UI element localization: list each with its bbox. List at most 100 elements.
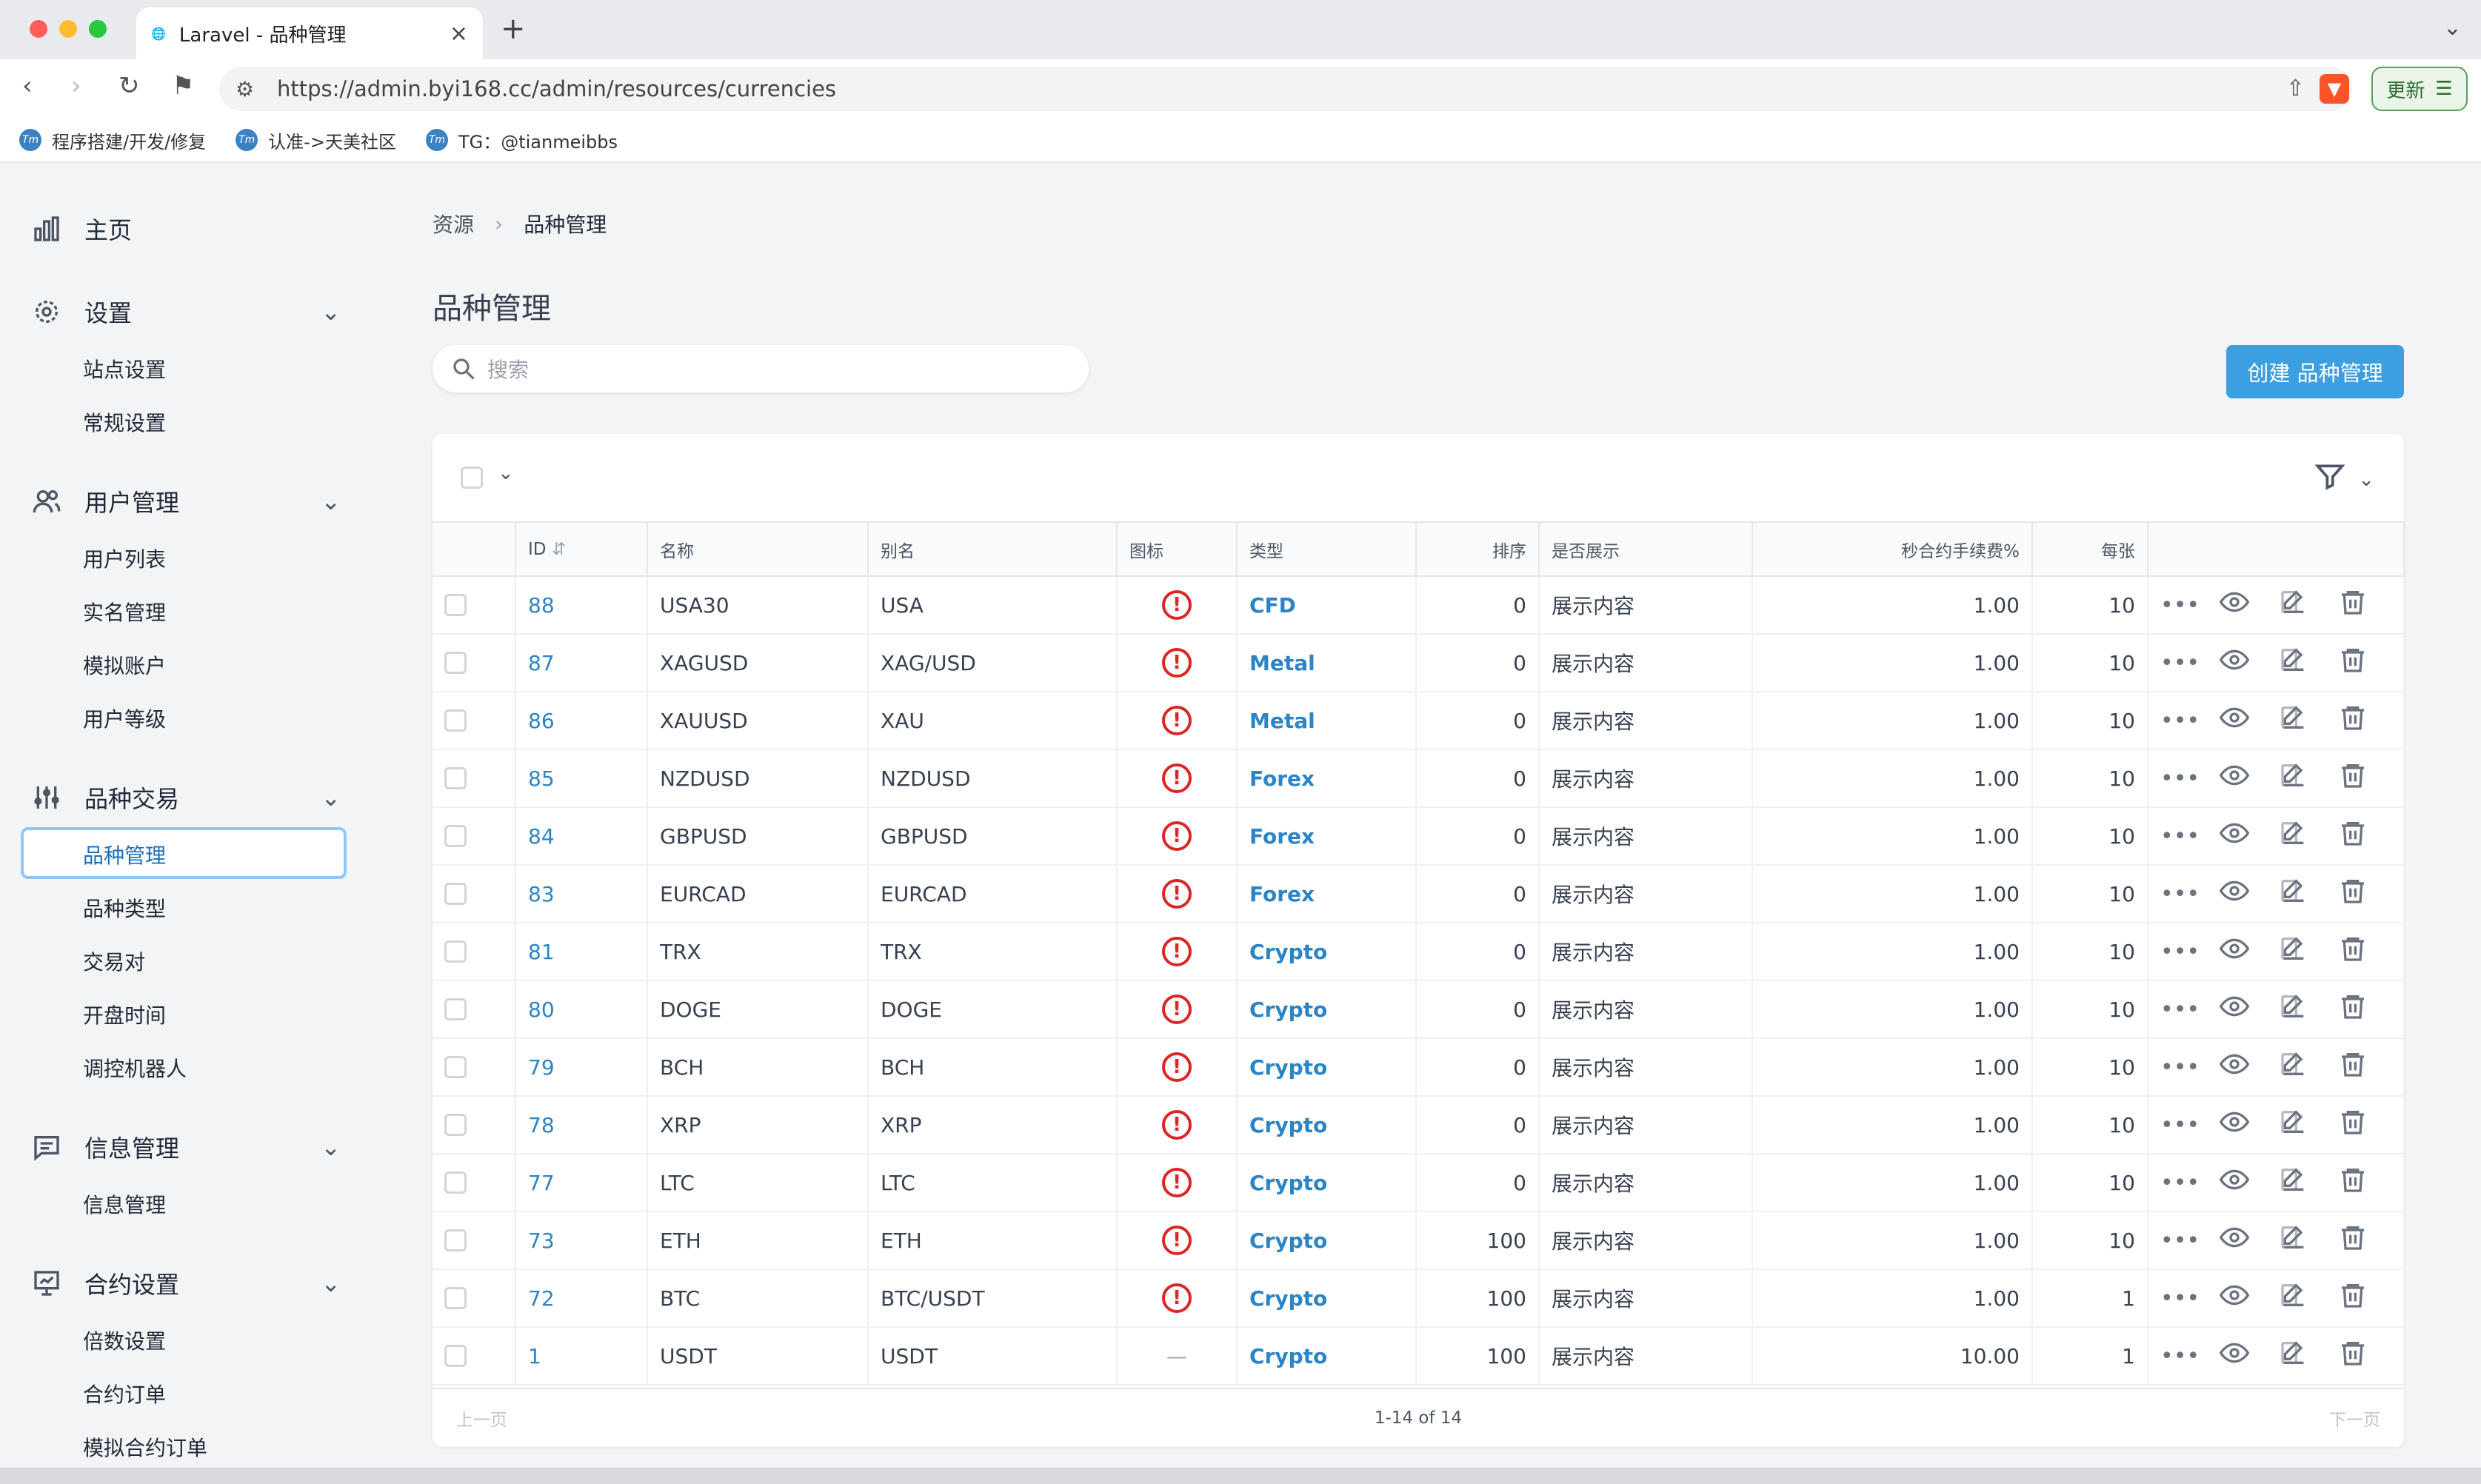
sidebar-subitem[interactable]: 调控机器人 — [83, 1053, 187, 1083]
type-link[interactable]: Crypto — [1249, 1229, 1327, 1253]
eye-icon[interactable] — [2219, 703, 2250, 738]
eye-icon[interactable] — [2219, 645, 2250, 681]
type-link[interactable]: Metal — [1249, 651, 1315, 675]
site-settings-icon[interactable]: ⚙ — [236, 77, 254, 101]
row-checkbox[interactable] — [444, 1229, 467, 1251]
eye-icon[interactable] — [2219, 1280, 2250, 1316]
id-link[interactable]: 72 — [528, 1286, 555, 1311]
close-window-button[interactable] — [30, 20, 47, 38]
trash-icon[interactable] — [2338, 703, 2368, 738]
chevron-down-icon[interactable]: ⌄ — [2443, 15, 2462, 41]
brave-shield-icon[interactable]: ▼ — [2320, 74, 2349, 104]
more-icon[interactable]: ••• — [2160, 823, 2200, 849]
type-link[interactable]: Forex — [1249, 766, 1315, 791]
trash-icon[interactable] — [2338, 1280, 2368, 1316]
more-icon[interactable]: ••• — [2160, 1343, 2200, 1369]
edit-icon[interactable] — [2279, 992, 2308, 1027]
trash-icon[interactable] — [2338, 934, 2368, 969]
type-link[interactable]: Crypto — [1249, 1113, 1327, 1137]
row-checkbox[interactable] — [444, 883, 467, 905]
update-button[interactable]: 更新 ☰ — [2371, 67, 2468, 111]
sidebar-subitem[interactable]: 信息管理 — [83, 1189, 166, 1219]
bookmark-item[interactable]: Tm 程序搭建/开发/修复 — [19, 127, 206, 153]
trash-icon[interactable] — [2338, 1049, 2368, 1085]
sidebar-subitem-active[interactable]: 品种管理 — [83, 840, 166, 869]
more-icon[interactable]: ••• — [2160, 1228, 2200, 1254]
sidebar-subitem[interactable]: 模拟合约订单 — [83, 1432, 207, 1462]
row-checkbox[interactable] — [444, 652, 467, 674]
column-header-id[interactable]: ID ⇵ — [515, 523, 648, 577]
id-link[interactable]: 1 — [528, 1344, 541, 1368]
edit-icon[interactable] — [2279, 876, 2308, 912]
type-link[interactable]: Crypto — [1249, 940, 1327, 964]
edit-icon[interactable] — [2279, 1338, 2308, 1374]
eye-icon[interactable] — [2219, 587, 2250, 623]
more-icon[interactable]: ••• — [2160, 592, 2200, 618]
sort-icon[interactable]: ⇵ — [552, 540, 566, 559]
row-checkbox[interactable] — [444, 1345, 467, 1367]
row-checkbox[interactable] — [444, 998, 467, 1020]
id-link[interactable]: 86 — [528, 709, 555, 733]
type-link[interactable]: Metal — [1249, 709, 1315, 733]
row-checkbox[interactable] — [444, 825, 467, 847]
sidebar-item-messages[interactable]: 信息管理 ⌄ — [30, 1130, 341, 1164]
edit-icon[interactable] — [2279, 645, 2308, 681]
browser-tab[interactable]: 🌐 Laravel - 品种管理 × — [136, 7, 483, 59]
trash-icon[interactable] — [2338, 1338, 2368, 1374]
bookmark-item[interactable]: Tm 认准->天美社区 — [236, 127, 396, 153]
sidebar-item-contracts[interactable]: 合约设置 ⌄ — [30, 1266, 341, 1300]
row-checkbox[interactable] — [444, 1172, 467, 1194]
id-link[interactable]: 87 — [528, 651, 555, 675]
edit-icon[interactable] — [2279, 1223, 2308, 1258]
more-icon[interactable]: ••• — [2160, 1170, 2200, 1196]
edit-icon[interactable] — [2279, 587, 2308, 623]
row-checkbox[interactable] — [444, 767, 467, 789]
eye-icon[interactable] — [2219, 1338, 2250, 1374]
more-icon[interactable]: ••• — [2160, 1054, 2200, 1080]
new-tab-icon[interactable]: + — [501, 12, 526, 46]
sidebar-subitem[interactable]: 合约订单 — [83, 1379, 166, 1408]
select-all-checkbox[interactable] — [461, 467, 483, 489]
sidebar-subitem[interactable]: 模拟账户 — [83, 650, 166, 680]
id-link[interactable]: 84 — [528, 824, 555, 849]
eye-icon[interactable] — [2219, 1165, 2250, 1200]
bookmark-item[interactable]: Tm TG：@tianmeibbs — [425, 127, 618, 153]
next-page-button[interactable]: 下一页 — [2329, 1406, 2380, 1431]
type-link[interactable]: Crypto — [1249, 1286, 1327, 1311]
edit-icon[interactable] — [2279, 761, 2308, 796]
type-link[interactable]: Forex — [1249, 882, 1315, 906]
sidebar-item-settings[interactable]: 设置 ⌄ — [30, 295, 341, 329]
edit-icon[interactable] — [2279, 703, 2308, 738]
trash-icon[interactable] — [2338, 876, 2368, 912]
eye-icon[interactable] — [2219, 876, 2250, 912]
trash-icon[interactable] — [2338, 992, 2368, 1027]
share-icon[interactable]: ⇧ — [2286, 76, 2305, 101]
row-checkbox[interactable] — [444, 709, 467, 732]
sidebar-item-trading[interactable]: 品种交易 ⌄ — [30, 781, 341, 815]
edit-icon[interactable] — [2279, 934, 2308, 969]
sidebar-subitem[interactable]: 常规设置 — [83, 407, 166, 437]
type-link[interactable]: Crypto — [1249, 1344, 1327, 1368]
eye-icon[interactable] — [2219, 1049, 2250, 1085]
type-link[interactable]: Crypto — [1249, 1171, 1327, 1195]
close-tab-icon[interactable]: × — [450, 21, 468, 47]
trash-icon[interactable] — [2338, 761, 2368, 796]
more-icon[interactable]: ••• — [2160, 708, 2200, 734]
address-bar[interactable]: ⚙ https://admin.byi168.cc/admin/resource… — [219, 67, 2352, 111]
more-icon[interactable]: ••• — [2160, 1286, 2200, 1311]
trash-icon[interactable] — [2338, 818, 2368, 854]
row-checkbox[interactable] — [444, 1287, 467, 1309]
sidebar-item-home[interactable]: 主页 — [30, 212, 341, 246]
type-link[interactable]: Crypto — [1249, 1055, 1327, 1080]
maximize-window-button[interactable] — [89, 20, 107, 38]
more-icon[interactable]: ••• — [2160, 997, 2200, 1023]
reload-icon[interactable]: ↻ — [118, 71, 140, 101]
bookmark-icon[interactable]: ⚑ — [172, 71, 194, 101]
edit-icon[interactable] — [2279, 1280, 2308, 1316]
id-link[interactable]: 85 — [528, 766, 555, 791]
edit-icon[interactable] — [2279, 818, 2308, 854]
minimize-window-button[interactable] — [59, 20, 77, 38]
trash-icon[interactable] — [2338, 1107, 2368, 1143]
sidebar-subitem[interactable]: 开盘时间 — [83, 1000, 166, 1029]
sidebar-subitem[interactable]: 实名管理 — [83, 597, 166, 626]
